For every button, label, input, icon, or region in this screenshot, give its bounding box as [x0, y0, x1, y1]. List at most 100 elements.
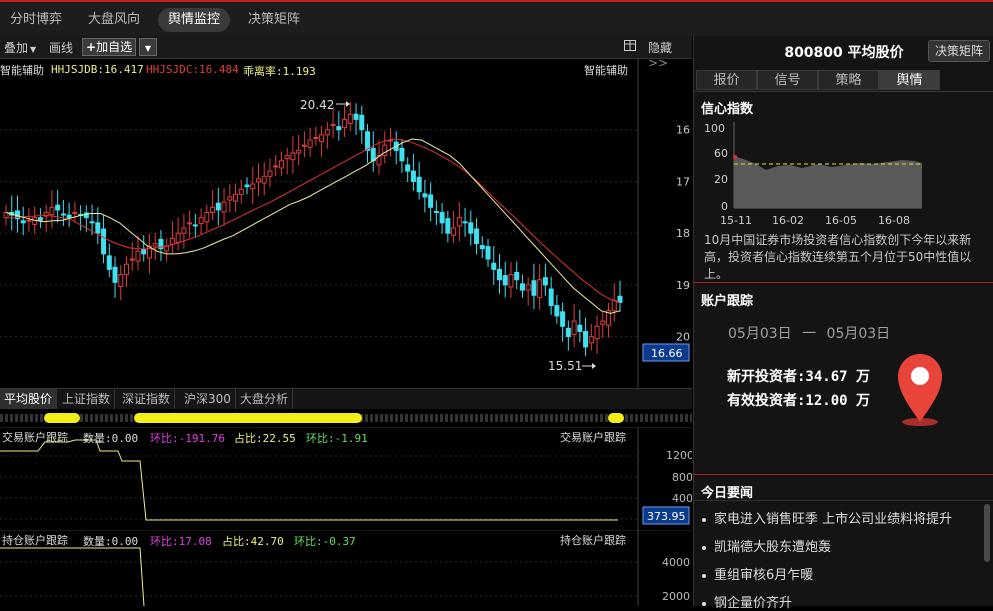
- timeline-scrollbar[interactable]: [0, 409, 692, 427]
- chart-toolbar: 叠加 ▼ 画线 +加自选 ▼ 隐藏>>: [0, 36, 692, 70]
- candle-body: [118, 274, 124, 287]
- candle-body: [89, 221, 95, 224]
- trade-y-tick: 400: [672, 492, 692, 505]
- candle-body: [577, 324, 583, 332]
- candle-body: [456, 217, 462, 227]
- news-item[interactable]: 重组审核6月乍暖: [702, 564, 813, 583]
- candle-body: [496, 268, 502, 281]
- news-headline: 钢企量价齐升: [714, 596, 793, 611]
- candle-body: [370, 147, 376, 162]
- top-navigation-bar: 分时博弈 大盘风向 舆情监控 决策矩阵: [0, 0, 993, 36]
- plus-icon: +: [86, 40, 97, 54]
- candle-body: [284, 155, 290, 160]
- candle-body: [175, 232, 181, 243]
- price-tag-label: 16.66: [651, 347, 683, 360]
- tab-market-analysis[interactable]: 大盘分析: [236, 389, 294, 409]
- candle-body: [129, 258, 135, 261]
- candle-body: [192, 224, 198, 227]
- tab-hs300[interactable]: 沪深300: [180, 389, 236, 409]
- candle-body: [307, 139, 313, 148]
- candle-body: [451, 227, 457, 236]
- candle-body: [439, 211, 445, 224]
- hold-panel-share: 占比:42.70: [222, 535, 284, 548]
- tab-shenzhen-index[interactable]: 深证指数: [118, 389, 176, 409]
- hold-panel-qty: 数量:0.00: [83, 535, 139, 548]
- confidence-index-chart: 100 60 20 0 15-11 16-02 16-05 16-08: [704, 122, 922, 227]
- news-item[interactable]: 家电进入销售旺季 上市公司业绩料将提升: [702, 508, 952, 527]
- candle-body: [353, 113, 359, 120]
- candle-body: [382, 144, 388, 157]
- news-item[interactable]: 钢企量价齐升: [702, 592, 792, 611]
- tab-signal[interactable]: 信号: [757, 70, 818, 90]
- price-axis: 20 19 18 17 16: [676, 124, 690, 344]
- tab-shanghai-index[interactable]: 上证指数: [58, 389, 116, 409]
- draw-line-button[interactable]: 画线: [49, 39, 73, 56]
- tab-average-price[interactable]: 平均股价: [0, 389, 58, 409]
- candle-body: [359, 114, 365, 131]
- candle-body: [399, 147, 405, 162]
- scroll-end-handle[interactable]: [608, 413, 624, 423]
- confidence-description: 10月中国证券市场投资者信心指数创下今年以来新高，投资者信心指数连续第五个月位于…: [704, 233, 972, 281]
- candle-body: [49, 206, 55, 216]
- candle-body: [611, 299, 617, 312]
- tab-quote[interactable]: 报价: [696, 70, 757, 90]
- candle-body: [583, 330, 589, 348]
- scroll-thumb[interactable]: [134, 413, 362, 423]
- trade-panel-ratio2: 环比:-1.91: [306, 432, 368, 445]
- indicator-hhjsjdc: HHJSJDC:16.484: [146, 63, 239, 76]
- candle-body: [594, 325, 600, 340]
- candle-body: [474, 228, 480, 245]
- candle-body: [519, 283, 525, 291]
- news-headline: 重组审核6月乍暖: [714, 568, 814, 583]
- candle-body: [187, 222, 193, 225]
- bullet-icon: [702, 601, 706, 606]
- trade-panel-share: 占比:22.55: [234, 432, 296, 445]
- candle-body: [319, 134, 325, 143]
- overlay-button[interactable]: 叠加 ▼: [4, 39, 36, 56]
- chevron-down-icon: ▼: [30, 45, 37, 54]
- candle-body: [227, 196, 233, 201]
- candle-body: [468, 222, 474, 234]
- candle-body: [479, 245, 485, 250]
- account-tracking-title: 账户跟踪: [701, 294, 754, 309]
- today-news-title: 今日要闻: [701, 486, 754, 501]
- conf-x-tick: 16-05: [825, 214, 857, 227]
- tab-sentiment[interactable]: 舆情: [879, 70, 940, 90]
- candle-body: [588, 336, 594, 344]
- high-price-label: 20.42: [300, 98, 334, 112]
- candle-body: [221, 201, 227, 213]
- watchlist-dropdown-button[interactable]: ▼: [139, 38, 157, 56]
- candle-body: [112, 266, 118, 283]
- grid-icon[interactable]: [624, 40, 636, 54]
- candle-body: [560, 311, 566, 327]
- candle-body: [250, 183, 256, 190]
- news-scrollbar[interactable]: [984, 504, 990, 562]
- tab-strategy[interactable]: 策略: [818, 70, 879, 90]
- candle-body: [141, 248, 147, 255]
- candle-body: [531, 280, 537, 296]
- candle-body: [290, 152, 296, 161]
- candle-body: [72, 211, 78, 215]
- add-watchlist-button[interactable]: +加自选: [82, 38, 137, 56]
- tab-sentiment-monitor[interactable]: 舆情监控: [158, 8, 231, 32]
- scroll-segment[interactable]: [44, 413, 80, 423]
- candle-body: [336, 126, 342, 131]
- tab-decision-matrix[interactable]: 决策矩阵: [238, 8, 310, 32]
- candle-body: [330, 124, 336, 127]
- candle-body: [215, 202, 221, 211]
- tab-market-direction[interactable]: 大盘风向: [78, 8, 150, 32]
- news-item[interactable]: 凯瑞德大股东遭炮轰: [702, 536, 831, 555]
- tab-timeshare-game[interactable]: 分时博弈: [0, 8, 72, 32]
- y-tick-label: 18: [676, 227, 690, 240]
- y-tick-label: 20: [676, 331, 690, 344]
- candlestick-chart[interactable]: 20 19 18 17 16 20.42 15.51 16.66: [0, 58, 692, 388]
- right-info-panel: 800800 平均股价 决策矩阵 报价 信号 策略 舆情 信心指数 100 60…: [693, 36, 993, 611]
- candle-body: [233, 193, 239, 202]
- decision-matrix-button[interactable]: 决策矩阵: [927, 40, 990, 62]
- candle-body: [422, 193, 428, 198]
- candle-body: [152, 243, 158, 247]
- hold-y-tick: 2000: [662, 590, 690, 603]
- candle-body: [169, 237, 175, 245]
- date-to: 05月03日: [826, 326, 891, 342]
- candles-layer: [3, 101, 623, 357]
